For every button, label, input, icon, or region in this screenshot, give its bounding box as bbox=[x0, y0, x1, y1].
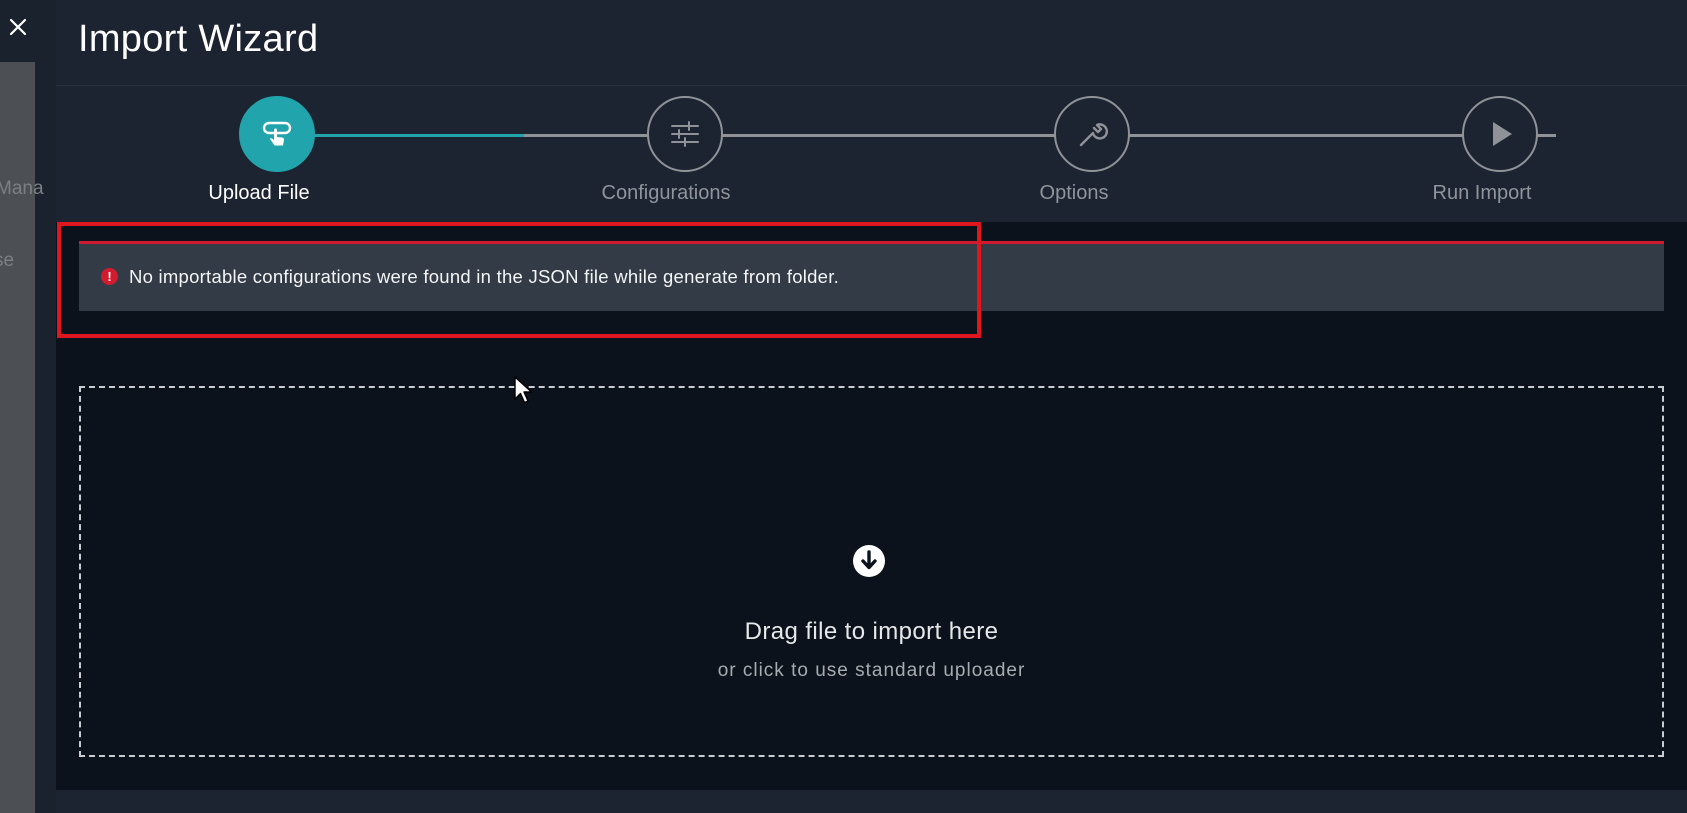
close-button[interactable] bbox=[6, 15, 30, 39]
modal-footer bbox=[56, 790, 1687, 813]
error-alert: ! No importable configurations were foun… bbox=[79, 241, 1664, 311]
wrench-icon bbox=[1079, 123, 1108, 147]
dropzone-main-text: Drag file to import here bbox=[744, 618, 999, 645]
download-arrow-icon bbox=[853, 545, 885, 577]
import-wizard-modal: Import Wizard Upload File Configurations… bbox=[56, 0, 1687, 813]
step-label-configurations[interactable]: Configurations bbox=[602, 182, 731, 205]
step-upload-file[interactable] bbox=[239, 96, 315, 172]
step-label-run-import[interactable]: Run Import bbox=[1433, 182, 1532, 205]
play-icon bbox=[1493, 122, 1512, 146]
error-message: No importable configurations were found … bbox=[129, 266, 839, 287]
backdrop-text-fragment: Mana bbox=[0, 178, 44, 199]
upload-pointer-icon bbox=[262, 121, 292, 146]
step-label-options[interactable]: Options bbox=[1040, 182, 1109, 205]
close-icon bbox=[9, 18, 27, 36]
file-dropzone[interactable]: Drag file to import here or click to use… bbox=[79, 386, 1664, 757]
step-options[interactable] bbox=[1054, 96, 1130, 172]
backdrop-strip: Mana se bbox=[0, 0, 56, 813]
step-configurations[interactable] bbox=[647, 96, 723, 172]
step-run-import[interactable] bbox=[1462, 96, 1538, 172]
backdrop-panel bbox=[0, 62, 35, 813]
backdrop-text-fragment: se bbox=[0, 250, 15, 271]
dropzone-sub-text[interactable]: or click to use standard uploader bbox=[81, 660, 1662, 682]
sliders-icon bbox=[671, 121, 699, 147]
wizard-header: Import Wizard bbox=[56, 0, 1687, 86]
step-label-upload-file[interactable]: Upload File bbox=[208, 182, 309, 205]
error-icon: ! bbox=[101, 268, 118, 285]
wizard-stepper: Upload File Configurations Options Run I… bbox=[56, 86, 1687, 222]
page-title: Import Wizard bbox=[78, 18, 319, 60]
